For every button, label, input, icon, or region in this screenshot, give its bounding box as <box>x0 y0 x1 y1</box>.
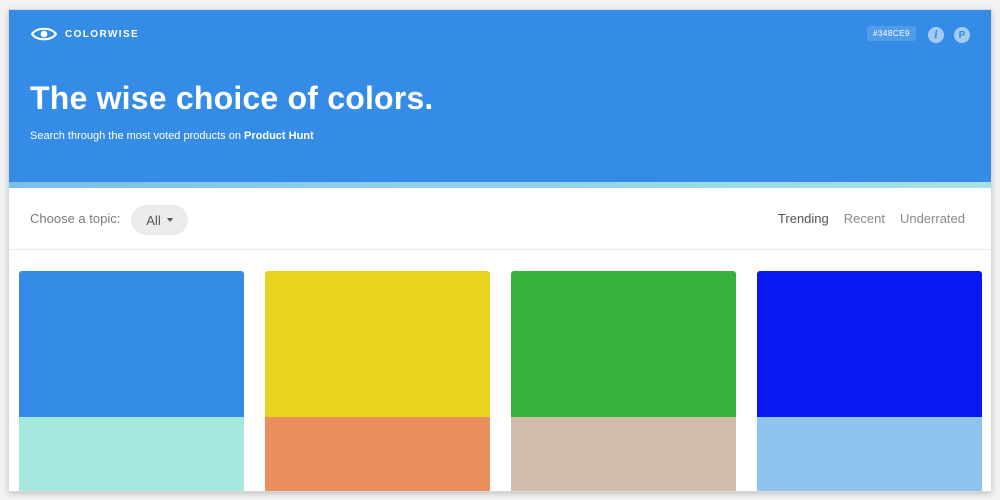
swatch-secondary <box>511 417 736 491</box>
eye-icon <box>31 27 57 41</box>
swatch-primary <box>757 271 982 417</box>
topic-label: Choose a topic: <box>30 211 121 226</box>
swatch-secondary <box>19 417 244 491</box>
swatch-primary <box>511 271 736 417</box>
brand-name: COLORWISE <box>65 28 140 40</box>
app-window: COLORWISE #348CE9 i P The wise choice of… <box>9 10 991 491</box>
filter-bar: Choose a topic: All Trending Recent Unde… <box>9 188 991 250</box>
palette-card[interactable] <box>757 271 982 491</box>
tab-underrated[interactable]: Underrated <box>900 211 965 226</box>
swatch-secondary <box>757 417 982 491</box>
palette-card[interactable] <box>265 271 490 491</box>
hero-subline: Search through the most voted products o… <box>30 130 314 142</box>
product-hunt-link[interactable]: Product Hunt <box>244 130 314 142</box>
topic-dropdown-value: All <box>146 212 161 228</box>
hero-banner: COLORWISE #348CE9 i P The wise choice of… <box>9 10 991 184</box>
info-icon[interactable]: i <box>928 27 944 43</box>
product-hunt-icon[interactable]: P <box>954 27 970 43</box>
topic-dropdown[interactable]: All <box>131 205 188 235</box>
palette-card[interactable] <box>19 271 244 491</box>
page-headline: The wise choice of colors. <box>30 80 434 116</box>
swatch-primary <box>265 271 490 417</box>
hex-code-badge[interactable]: #348CE9 <box>867 26 916 41</box>
brand-logo[interactable]: COLORWISE <box>31 26 139 42</box>
tab-recent[interactable]: Recent <box>844 211 885 226</box>
subline-text: Search through the most voted products o… <box>30 130 241 142</box>
sort-tabs: Trending Recent Underrated <box>778 211 965 226</box>
caret-down-icon <box>166 218 173 222</box>
palette-card[interactable] <box>511 271 736 491</box>
swatch-secondary <box>265 417 490 491</box>
swatch-primary <box>19 271 244 417</box>
tab-trending[interactable]: Trending <box>778 211 829 226</box>
